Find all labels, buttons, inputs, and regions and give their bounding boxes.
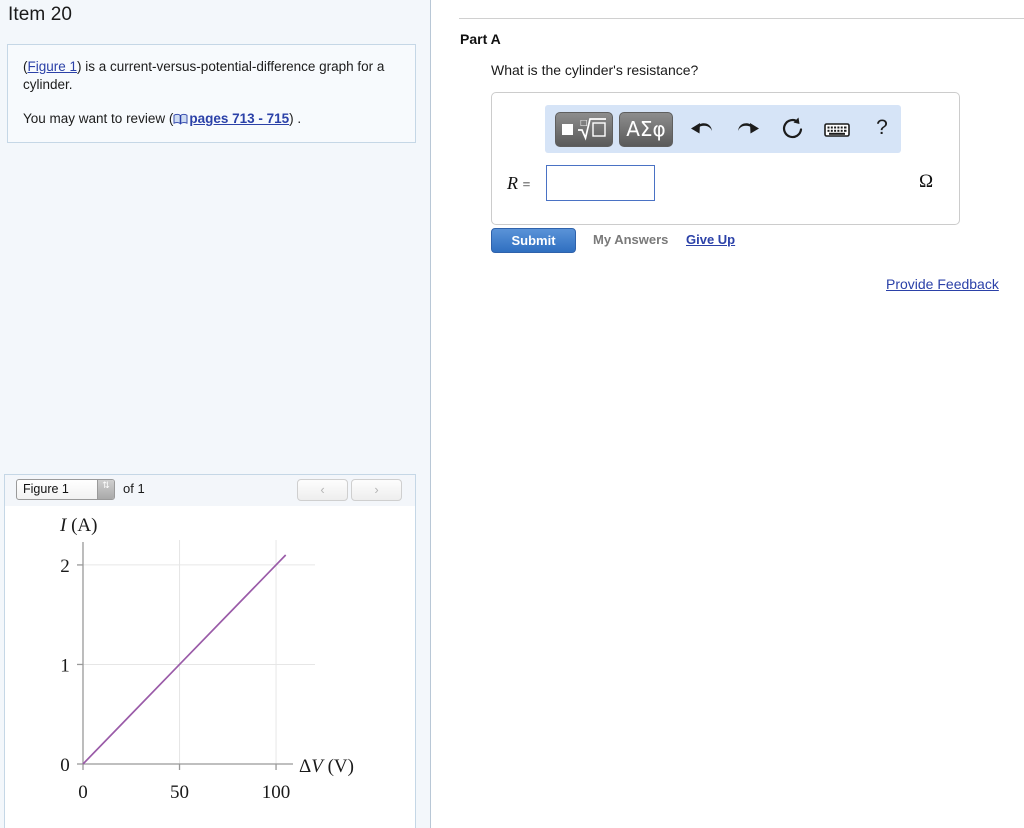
figure-panel: Figure 1 ⇅ of 1 ‹ › 0 1 2 0 50 100 I (A) ΔV (V) [4, 474, 416, 828]
section-divider [459, 18, 1024, 19]
math-template-button[interactable]: □ [555, 112, 613, 147]
svg-text:□: □ [580, 118, 588, 127]
question-text: What is the cylinder's resistance? [491, 62, 699, 78]
undo-icon[interactable] [687, 114, 717, 144]
reset-icon[interactable] [778, 114, 808, 144]
page-title: Item 20 [8, 4, 73, 25]
answer-input[interactable] [546, 165, 655, 201]
my-answers-button[interactable]: My Answers [593, 232, 668, 247]
chevron-updown-icon: ⇅ [97, 480, 114, 499]
answer-entry-box: □ ΑΣφ ? R = Ω [491, 92, 960, 225]
unit-label-ohm: Ω [919, 171, 934, 192]
figure-1-link[interactable]: Figure 1 [28, 59, 78, 74]
equals-sign: = [522, 178, 531, 193]
pages-link[interactable]: pages 713 - 715 [189, 111, 289, 126]
svg-text:1: 1 [60, 655, 70, 676]
svg-text:ΔV (V): ΔV (V) [299, 756, 354, 777]
figure-count-label: of 1 [123, 481, 145, 496]
book-icon [173, 112, 188, 125]
figure-next-button[interactable]: › [351, 479, 402, 501]
provide-feedback-link[interactable]: Provide Feedback [886, 276, 999, 292]
problem-text-line-1: (Figure 1) is a current-versus-potential… [23, 58, 400, 94]
part-a-heading: Part A [460, 31, 501, 47]
page-root: Item 20 (Figure 1) is a current-versus-p… [0, 0, 1024, 828]
svg-text:0: 0 [78, 782, 88, 803]
math-toolbar: □ ΑΣφ ? [545, 105, 901, 153]
figure-select-value: Figure 1 [23, 482, 69, 496]
figure-chart: 0 1 2 0 50 100 I (A) ΔV (V) [5, 506, 415, 828]
keyboard-icon[interactable] [822, 114, 852, 144]
help-icon[interactable]: ? [867, 114, 897, 144]
svg-text:2: 2 [60, 556, 70, 577]
figure-toolbar: Figure 1 ⇅ of 1 ‹ › [5, 475, 415, 507]
give-up-link[interactable]: Give Up [686, 232, 735, 247]
problem-text-line-2: You may want to review ( pages 713 - 715)… [23, 110, 400, 128]
variable-r: R [507, 173, 518, 193]
problem-statement-box: (Figure 1) is a current-versus-potential… [7, 44, 416, 143]
svg-text:50: 50 [170, 782, 189, 803]
svg-text:I (A): I (A) [59, 515, 97, 536]
right-panel: Part A What is the cylinder's resistance… [431, 0, 1024, 828]
submit-button[interactable]: Submit [491, 228, 576, 253]
review-prefix: You may want to review ( [23, 111, 174, 126]
figure-select[interactable]: Figure 1 ⇅ [16, 479, 115, 500]
svg-text:0: 0 [60, 755, 70, 776]
greek-letters-button[interactable]: ΑΣφ [619, 112, 673, 147]
redo-icon[interactable] [733, 114, 763, 144]
problem-text-rest: ) is a current-versus-potential-differen… [23, 59, 385, 92]
figure-prev-button[interactable]: ‹ [297, 479, 348, 501]
answer-variable-label: R = [507, 173, 530, 194]
answer-row: R = Ω [492, 165, 959, 205]
svg-text:100: 100 [262, 782, 291, 803]
review-suffix: ) . [289, 111, 302, 126]
left-column: Item 20 (Figure 1) is a current-versus-p… [0, 0, 431, 828]
